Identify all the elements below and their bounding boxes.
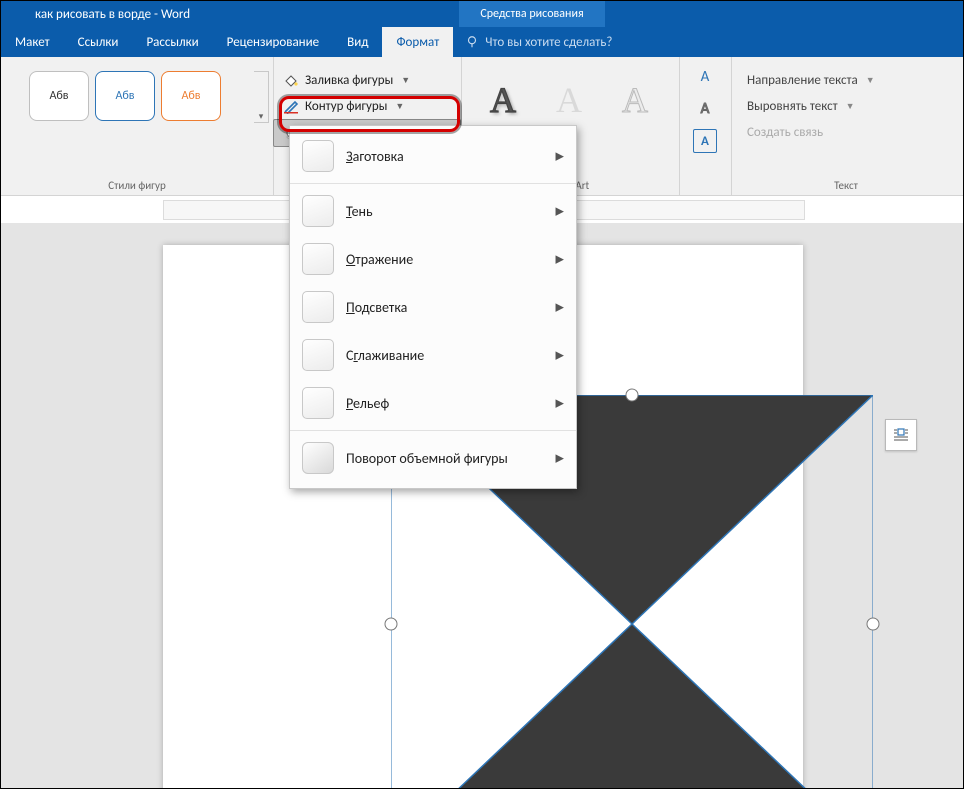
paint-bucket-icon — [283, 72, 299, 88]
chevron-down-icon: ▼ — [866, 75, 875, 86]
chevron-right-icon: ▶ — [556, 205, 564, 218]
shadow-icon — [302, 195, 334, 227]
preset-icon — [302, 140, 334, 172]
menu-item-reflection[interactable]: Отражение ▶ — [290, 235, 576, 283]
shape-outline-button[interactable]: Контур фигуры▼ — [273, 93, 461, 119]
group-text: ||A Направление текста▼ Выровнять текст▼… — [731, 57, 961, 195]
reflection-icon — [302, 243, 334, 275]
tab-references[interactable]: Ссылки — [64, 27, 133, 57]
shape-style-thumb-3[interactable]: Абв — [161, 71, 221, 121]
create-link-button: Создать связь — [731, 119, 961, 145]
word-window: как рисовать в ворде - Word Средства рис… — [0, 0, 964, 789]
resize-handle-top[interactable] — [626, 389, 639, 402]
align-text-button[interactable]: Выровнять текст▼ — [731, 93, 961, 119]
menu-separator — [290, 183, 576, 184]
shape-effects-menu: Заготовка ▶ Тень ▶ Отражение ▶ Подсветка… — [289, 125, 577, 489]
resize-handle-right[interactable] — [867, 618, 880, 631]
menu-item-3d-rotation[interactable]: Поворот объемной фигуры ▶ — [290, 434, 576, 482]
chevron-down-icon: ▼ — [395, 101, 404, 112]
layout-options-icon — [892, 426, 910, 444]
chevron-right-icon: ▶ — [556, 301, 564, 314]
contextual-tab-label: Средства рисования — [459, 1, 605, 27]
chevron-right-icon: ▶ — [556, 349, 564, 362]
chevron-right-icon: ▶ — [556, 397, 564, 410]
menu-item-bevel[interactable]: Рельеф ▶ — [290, 379, 576, 427]
group-shape-styles: Абв Абв Абв ▾ Стили фигур — [1, 57, 274, 195]
tab-review[interactable]: Рецензирование — [213, 27, 333, 57]
wordart-thumb-2[interactable]: А — [539, 73, 599, 127]
text-outline-icon[interactable]: A — [693, 97, 717, 121]
group-text-quick-icons: A A А — [679, 57, 732, 195]
rotation-3d-icon — [302, 442, 334, 474]
ribbon-tabs: Макет Ссылки Рассылки Рецензирование Вид… — [1, 27, 963, 57]
resize-handle-left[interactable] — [385, 618, 398, 631]
shape-style-gallery[interactable]: Абв Абв Абв — [1, 57, 273, 121]
menu-item-shadow[interactable]: Тень ▶ — [290, 187, 576, 235]
shape-style-thumb-1[interactable]: Абв — [29, 71, 89, 121]
wordart-gallery[interactable]: А А А — [461, 57, 679, 127]
shape-fill-button[interactable]: Заливка фигуры▼ — [273, 67, 461, 93]
tab-view[interactable]: Вид — [333, 27, 382, 57]
lightbulb-icon — [465, 35, 479, 49]
menu-item-preset[interactable]: Заготовка ▶ — [290, 132, 576, 180]
menu-item-soft-edges[interactable]: Сглаживание ▶ — [290, 331, 576, 379]
tell-me-search[interactable]: Что вы хотите сделать? — [453, 27, 612, 57]
chevron-right-icon: ▶ — [556, 150, 564, 163]
chevron-right-icon: ▶ — [556, 253, 564, 266]
group-label-shape-styles: Стили фигур — [1, 179, 273, 192]
chevron-right-icon: ▶ — [556, 452, 564, 465]
text-fill-icon[interactable]: A — [693, 65, 717, 89]
text-direction-button[interactable]: ||A Направление текста▼ — [731, 67, 961, 93]
tab-mailings[interactable]: Рассылки — [132, 27, 212, 57]
tab-format[interactable]: Формат — [382, 27, 453, 57]
pen-icon — [283, 98, 299, 114]
glow-icon — [302, 291, 334, 323]
menu-separator — [290, 430, 576, 431]
chevron-down-icon: ▼ — [846, 101, 855, 112]
bevel-icon — [302, 387, 334, 419]
soft-edges-icon — [302, 339, 334, 371]
menu-label-preset: аготовка — [353, 148, 404, 165]
shape-style-thumb-2[interactable]: Абв — [95, 71, 155, 121]
window-title: как рисовать в ворде - Word — [35, 7, 190, 22]
shape-style-gallery-more[interactable]: ▾ — [254, 71, 269, 123]
chevron-down-icon: ▼ — [401, 75, 410, 86]
text-effects-icon[interactable]: А — [693, 129, 717, 153]
wordart-thumb-3[interactable]: А — [605, 73, 665, 127]
group-label-text: Текст — [731, 179, 961, 192]
wordart-thumb-1[interactable]: А — [473, 73, 533, 127]
menu-item-glow[interactable]: Подсветка ▶ — [290, 283, 576, 331]
tab-layout[interactable]: Макет — [1, 27, 64, 57]
layout-options-button[interactable] — [885, 419, 917, 451]
